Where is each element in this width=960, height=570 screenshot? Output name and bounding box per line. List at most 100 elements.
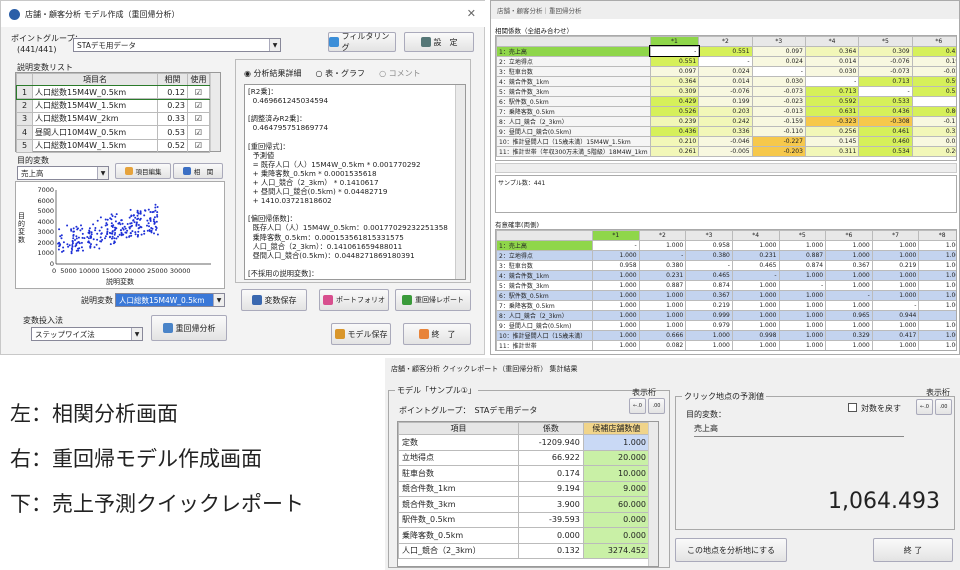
sig-row[interactable]: 9：昼間人口_競合(0.5km) 1.000 1.000 0.979 1.000 1.00… [496,319,956,331]
sig-cell[interactable]: - [825,289,873,301]
use-checkbox[interactable]: ☑ [195,101,202,110]
sig-cell[interactable]: 1.000 [731,339,780,350]
sig-cell[interactable]: 1.000 [918,279,956,291]
corr-cell[interactable]: 0.199 [698,95,753,107]
corr-cell[interactable]: 0.460 [858,135,913,147]
candidate-value[interactable]: 3274.452 [582,542,651,559]
corr-cell[interactable]: 0.429 [649,95,700,107]
sig-cell[interactable]: 1.000 [731,319,780,331]
radio-comment[interactable]: ○ コメント [379,68,421,79]
corr-cell[interactable]: -0.203 [751,145,806,157]
candidate-value[interactable]: 0.000 [582,511,651,528]
sig-cell[interactable]: 1.000 [825,299,873,311]
sig-cell[interactable]: 0.380 [685,249,733,261]
corr-cell[interactable]: -0.073 [858,65,913,77]
sig-cell[interactable]: 0.219 [685,299,733,311]
candidate-value[interactable]: 20.000 [582,449,651,466]
sig-cell[interactable]: 1.000 [918,329,956,341]
corr-cell[interactable]: 0.800 [911,105,956,117]
corr-cell[interactable]: 0.436 [858,105,913,117]
corr-cell[interactable]: 0.097 [751,45,806,57]
corr-cell[interactable]: 0.364 [804,45,860,57]
digits-increase-button[interactable]: .00 [648,398,665,414]
sig-cell[interactable]: 0.958 [592,259,640,271]
var-use-cell[interactable]: ☑ [187,138,210,153]
var-list-scrollbar[interactable] [210,73,220,151]
corr-cell[interactable]: -0.023 [751,95,806,107]
sig-cell[interactable]: 1.000 [592,289,640,301]
sig-cell[interactable]: 1.000 [638,319,687,331]
correlation-button[interactable]: 相 関 [173,163,223,179]
coef-row[interactable]: 駅件数_0.5km -39.593 0.000 [398,511,651,528]
corr-cell[interactable]: 0.551 [698,45,753,57]
corr-row[interactable]: 5：競合件数_3km0.309-0.076-0.0730.713-0.533 [496,85,956,97]
sig-cell[interactable]: 1.000 [638,309,687,321]
radio-detail[interactable]: ◉ 分析結果詳細 [244,68,302,79]
sig-cell[interactable]: 0.666 [638,329,687,341]
method-select[interactable]: ステップワイズ法 ▼ [31,327,143,341]
sig-cell[interactable]: 0.999 [685,309,733,321]
sig-row[interactable]: 8：人口_競合（2_3km） 1.000 1.000 0.999 1.000 1.000 0… [496,309,956,321]
sig-cell[interactable]: 0.465 [685,269,733,281]
corr-cell[interactable]: - [698,55,753,67]
pred-digits-decrease-button[interactable]: ←.0 [916,399,933,415]
corr-cell[interactable]: 0.024 [698,65,753,77]
corr-cell[interactable]: 0.199 [911,55,956,67]
sig-cell[interactable]: 1.000 [731,309,780,321]
corr-cell[interactable]: 0.014 [698,75,753,87]
sig-cell[interactable]: 1.000 [778,289,827,301]
sig-cell[interactable]: 1.000 [638,289,687,301]
corr-cell[interactable]: - [649,45,700,58]
var-use-cell[interactable]: ☑ [187,125,210,140]
sig-cell[interactable]: 0.874 [778,259,827,271]
coef-row[interactable]: 定数 -1209.940 1.000 [398,434,651,451]
candidate-value[interactable]: 60.000 [582,496,651,513]
sig-row[interactable]: 4：競合件数_1km 1.000 0.231 0.465-1.000 1.000 1.00… [496,269,956,281]
log-checkbox[interactable]: 対数を戻す [848,403,901,414]
corr-cell[interactable]: 0.239 [649,115,700,127]
sig-cell[interactable]: 1.000 [825,249,873,261]
sig-cell[interactable]: 1.000 [778,309,827,321]
coef-row[interactable]: 立地得点 66.922 20.000 [398,449,651,466]
sig-cell[interactable]: 1.000 [592,249,640,261]
corr-cell[interactable]: 0.203 [698,105,753,117]
corr-row[interactable]: 8：人口_競合（2_3km） 0.239 0.242 -0.159 -0.323 -0.3… [496,115,956,127]
corr-row[interactable]: 4：競合件数_1km0.3640.0140.030-0.7130.592 [496,75,956,87]
sig-cell[interactable]: 1.000 [871,249,920,261]
corr-cell[interactable]: 0.024 [751,55,806,67]
sig-cell[interactable]: 1.000 [825,319,873,331]
sig-row[interactable]: 6：駅件数_0.5km 1.000 1.000 0.367 1.000 1.000-1.0… [496,289,956,301]
corr-cell[interactable]: 0.030 [804,65,860,77]
corr-cell[interactable]: 0.713 [858,75,913,87]
corr-cell[interactable]: -0.013 [751,105,806,117]
sig-cell[interactable]: 1.000 [592,309,640,321]
sig-cell[interactable]: 0.231 [638,269,687,281]
corr-row[interactable]: 6：駅件数_0.5km0.4290.199-0.0230.5920.533- [496,95,956,107]
sig-cell[interactable]: 1.000 [592,329,640,341]
var-row[interactable]: 2 人口総数15M4W_1.5km 0.23 ☑ [16,98,210,113]
corr-cell[interactable]: 0.311 [804,145,860,157]
candidate-value[interactable]: 10.000 [582,465,651,482]
corr-cell[interactable]: 0.336 [698,125,753,137]
sig-cell[interactable]: 0.367 [825,259,873,271]
corr-cell[interactable]: -0.110 [751,125,806,137]
corr-cell[interactable]: -0.046 [698,135,753,147]
left-close-button[interactable]: 終 了 [403,323,471,345]
corr-cell[interactable]: - [751,65,806,77]
use-checkbox[interactable]: ☑ [195,114,202,123]
sig-row[interactable]: 10：推計昼間人口（15歳未満） 1.000 0.666 1.000 0.998 1.00… [496,329,956,341]
sig-cell[interactable]: 1.000 [592,339,640,350]
sig-cell[interactable]: 0.417 [871,329,920,341]
corr-cell[interactable]: 0.429 [911,45,956,57]
sig-cell[interactable]: 1.000 [871,239,920,251]
sig-cell[interactable]: 1.000 [731,299,780,311]
close-icon[interactable]: ✕ [467,7,476,20]
sig-row[interactable]: 11：推計世帯 1.000 0.082 1.000 1.000 1.000 1.000 1.0… [496,339,956,350]
corr-cell[interactable]: 0.210 [649,135,700,147]
sig-row[interactable]: 7：乗降客数_0.5km 1.000 1.000 0.219 1.000 1.000 1.0… [496,299,956,311]
sig-cell[interactable]: 0.380 [638,259,687,271]
sig-cell[interactable]: 1.000 [592,269,640,281]
sig-cell[interactable]: 1.000 [871,339,920,350]
var-use-cell[interactable]: ☑ [187,111,210,127]
corr-row[interactable]: 11：推計世帯（年収300万未満_5階級）18M4W_1km 0.261 -0.00… [496,145,956,157]
